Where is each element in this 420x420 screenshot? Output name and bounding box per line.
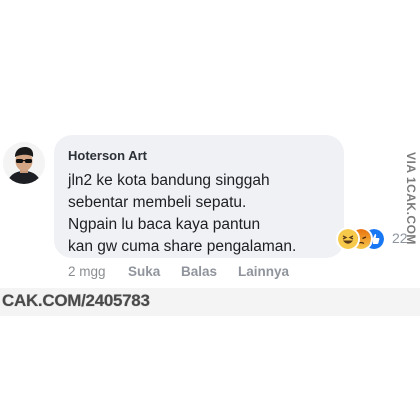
reply-button[interactable]: Balas	[181, 264, 217, 279]
comment: Hoterson Art jln2 ke kota bandung singga…	[0, 0, 420, 420]
comment-text-line: Ngpain lu baca kaya pantun	[68, 216, 261, 233]
watermark-text: CAK.COM/2405783	[2, 291, 150, 310]
watermark-bar: CAK.COM/2405783	[0, 288, 420, 316]
comment-author[interactable]: Hoterson Art	[68, 148, 147, 163]
comment-text: jln2 ke kota bandung singgah sebentar me…	[68, 170, 338, 258]
comment-text-line: kan gw cuma share pengalaman.	[68, 238, 297, 255]
avatar-image	[3, 142, 45, 184]
side-credit: VIA 1CAK.COM	[404, 152, 418, 245]
haha-reaction-icon	[336, 227, 360, 251]
avatar[interactable]	[3, 142, 45, 184]
comment-text-line: sebentar membeli sepatu.	[68, 194, 247, 211]
more-button[interactable]: Lainnya	[238, 264, 289, 279]
comment-timestamp[interactable]: 2 mgg	[68, 264, 106, 279]
comment-text-line: jln2 ke kota bandung singgah	[68, 172, 270, 189]
like-button[interactable]: Suka	[128, 264, 160, 279]
comment-bubble: Hoterson Art jln2 ke kota bandung singga…	[54, 135, 344, 258]
